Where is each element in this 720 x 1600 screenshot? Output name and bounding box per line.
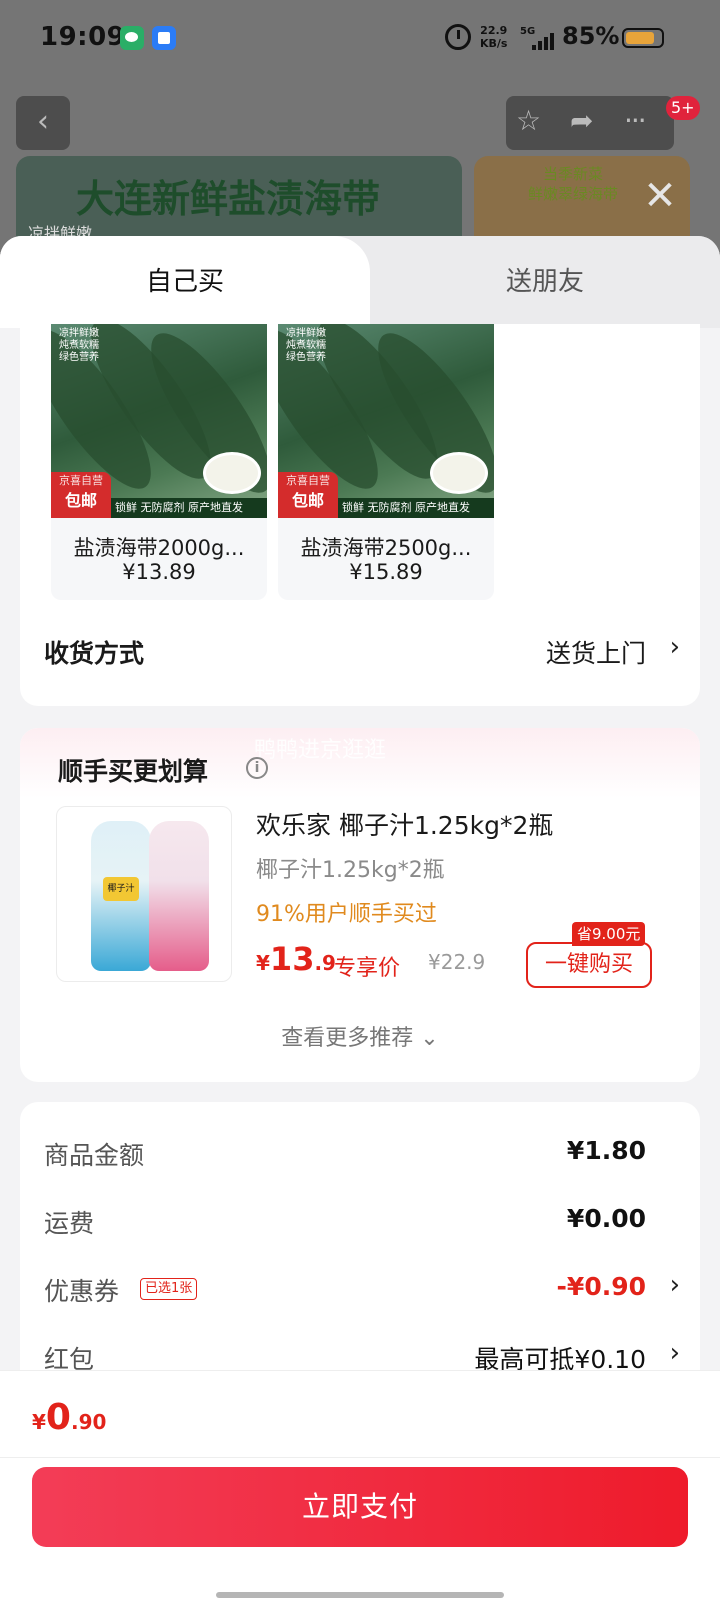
free-shipping-label: 包邮 [64,491,97,510]
self-operated-label: 京喜自营 [286,474,330,487]
exclusive-price-label: 专享价 [334,956,401,981]
price-summary-card: 商品金额 ¥1.80 运费 ¥0.00 优惠券 已选1张 -¥0.90 › 红包… [20,1102,700,1402]
message-badge: 5+ [666,96,700,120]
bottle-label: 椰子汁 [103,877,139,901]
more-recommendations-link[interactable]: 查看更多推荐 ⌄ [20,1020,700,1052]
divider [0,1457,720,1458]
price-symbol: ¥ [256,951,270,975]
product-name: 盐渍海带2500g... [300,536,472,560]
products-card: 凉拌鲜嫩 炖煮软糯 绿色营养 京喜自营 包邮 锁鲜 无防腐剂 原产地直发 盐渍海… [20,324,700,706]
total-integer: 0 [45,1397,71,1438]
net-speed: 22.9 KB/s [480,24,507,50]
info-icon[interactable]: i [246,757,268,779]
share-icon[interactable]: ➦ [570,104,593,137]
free-shipping-label: 包邮 [291,491,324,510]
product-image-text: 凉拌鲜嫩 炖煮软糯 绿色营养 [286,328,326,363]
chevron-right-icon: › [669,632,680,662]
background-page: 19:09 22.9 KB/s 5G 85% ‹ ☆ ➦ ··· 5+ 大连新鲜… [0,0,720,260]
recommend-product-spec: 椰子汁1.25kg*2瓶 [256,858,445,883]
shipping-row: 运费 ¥0.00 [44,1200,680,1240]
shipping-value: ¥0.00 [566,1204,646,1233]
product-price: ¥13.89 [122,560,196,584]
self-operated-badge: 京喜自营 包邮 [278,472,338,518]
goods-amount-row: 商品金额 ¥1.80 [44,1132,680,1172]
self-operated-badge: 京喜自营 包邮 [51,472,111,518]
dish-image [430,452,488,494]
delivery-value: 送货上门 [545,639,646,668]
app-notification-icon [152,26,176,50]
goods-amount-label: 商品金额 [44,1141,145,1170]
close-icon[interactable]: ✕ [640,176,680,216]
recommend-card: 鸭鸭进京逛逛 顺手买更划算 i 椰子汁 欢乐家 椰子汁1.25kg*2瓶 椰子汁… [20,728,700,1082]
total-decimal: .90 [70,1410,107,1434]
tab-bar: 自己买 送朋友 [0,236,720,328]
delivery-label: 收货方式 [44,639,145,668]
chevron-right-icon: › [669,1338,680,1368]
pay-now-button[interactable]: 立即支付 [32,1467,688,1547]
coupon-selected-badge: 已选1张 [140,1278,198,1300]
coupon-value: -¥0.90 [556,1272,646,1301]
top-actions: ☆ ➦ ··· [506,96,674,150]
product-name: 盐渍海带2000g... [73,536,245,560]
total-symbol: ¥ [32,1410,46,1434]
self-operated-label: 京喜自营 [59,474,103,487]
battery-percent: 85% [562,22,620,50]
product-feature-strip: 锁鲜 无防腐剂 原产地直发 [111,498,267,518]
chevron-right-icon: › [669,1270,680,1300]
one-click-buy-button[interactable]: 一键购买 [526,942,652,988]
original-price: ¥22.9 [428,950,486,974]
more-recommendations-label: 查看更多推荐 [281,1026,414,1051]
status-time: 19:09 [40,22,126,52]
tab-send-to-friend[interactable]: 送朋友 [370,236,720,328]
product-image: 凉拌鲜嫩 炖煮软糯 绿色营养 京喜自营 包邮 锁鲜 无防腐剂 原产地直发 [51,324,267,518]
product-image-text: 凉拌鲜嫩 炖煮软糯 绿色营养 [59,328,99,363]
price-decimal: .9 [314,951,336,975]
signal-icon [530,30,558,50]
goods-amount-value: ¥1.80 [566,1136,646,1165]
delivery-method-row[interactable]: 收货方式 送货上门 › [44,630,680,670]
coupon-row[interactable]: 优惠券 已选1张 -¥0.90 › [44,1268,680,1308]
recommend-title: 顺手买更划算 [58,757,209,786]
product-price: ¥15.89 [349,560,423,584]
star-icon[interactable]: ☆ [516,104,541,137]
battery-icon [622,28,664,48]
alarm-icon [445,24,471,50]
dish-image [203,452,261,494]
back-icon[interactable]: ‹ [16,96,70,150]
net-speed-unit: KB/s [480,37,508,50]
tab-buy-for-self[interactable]: 自己买 [0,236,370,328]
recommend-product-image[interactable]: 椰子汁 [56,806,232,982]
recommend-social-proof: 91%用户顺手买过 [256,902,437,927]
home-indicator[interactable] [216,1592,504,1598]
chevron-down-icon: ⌄ [420,1026,439,1051]
wechat-icon [120,26,144,50]
total-price: ¥0.90 [32,1397,106,1438]
product-card[interactable]: 凉拌鲜嫩 炖煮软糯 绿色营养 京喜自营 包邮 锁鲜 无防腐剂 原产地直发 盐渍海… [51,324,267,600]
product-image: 凉拌鲜嫩 炖煮软糯 绿色营养 京喜自营 包邮 锁鲜 无防腐剂 原产地直发 [278,324,494,518]
status-bar: 19:09 22.9 KB/s 5G 85% [0,0,720,76]
banner-title: 大连新鲜盐渍海带 [76,177,381,221]
product-feature-strip: 锁鲜 无防腐剂 原产地直发 [338,498,494,518]
watermark-text: 鸭鸭进京逛逛 [254,738,387,763]
recommend-price: ¥13.9 [256,940,336,978]
net-speed-value: 22.9 [480,24,508,37]
shipping-label: 运费 [44,1209,95,1238]
recommend-product-name[interactable]: 欢乐家 椰子汁1.25kg*2瓶 [256,806,553,842]
bottle-image [149,821,209,971]
more-icon[interactable]: ··· [624,104,647,137]
product-card[interactable]: 凉拌鲜嫩 炖煮软糯 绿色营养 京喜自营 包邮 锁鲜 无防腐剂 原产地直发 盐渍海… [278,324,494,600]
save-badge: 省9.00元 [572,922,646,946]
banner-side-text: 当季新菜 鲜嫩翠绿海带 [528,165,619,203]
price-integer: 13 [269,940,315,978]
checkout-footer: ¥0.90 立即支付 [0,1370,720,1600]
coupon-label: 优惠券 [44,1277,120,1306]
